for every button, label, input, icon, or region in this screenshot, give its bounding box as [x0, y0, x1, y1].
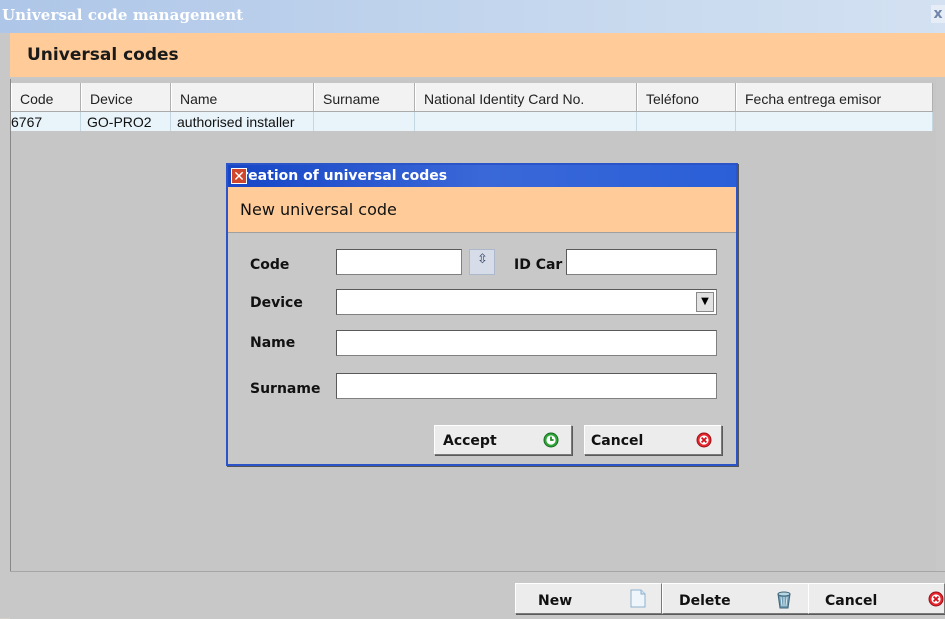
dialog-close-icon[interactable]: ✕ — [231, 168, 247, 185]
cell-id-card — [415, 112, 637, 131]
window-title: Universal code management — [2, 6, 244, 24]
dialog-title: Creation of universal codes — [231, 168, 448, 184]
name-input[interactable] — [336, 330, 717, 356]
bottom-toolbar: New Delete Cancel — [10, 571, 945, 619]
dialog-header-title: New universal code — [240, 200, 397, 219]
code-generator-icon: ⇳ — [477, 252, 488, 267]
accept-button[interactable]: Accept — [434, 425, 572, 455]
recycle-bin-icon — [775, 589, 793, 609]
code-input[interactable] — [336, 249, 462, 275]
code-generator-button[interactable]: ⇳ — [469, 249, 495, 275]
green-check-circle-icon — [543, 432, 559, 448]
new-button-label: New — [538, 593, 573, 609]
column-header-id-card[interactable]: National Identity Card No. — [415, 83, 637, 111]
document-icon — [630, 589, 646, 608]
cell-fecha — [736, 112, 933, 131]
delete-button-label: Delete — [679, 593, 731, 609]
cell-device: GO-PRO2 — [81, 112, 171, 131]
grid-header-row: Code Device Name Surname National Identi… — [11, 83, 933, 112]
column-header-name[interactable]: Name — [171, 83, 314, 111]
cell-surname — [314, 112, 415, 131]
dialog-titlebar[interactable]: Creation of universal codes ✕ — [228, 165, 736, 187]
section-title: Universal codes — [27, 45, 179, 65]
surname-input[interactable] — [336, 373, 717, 399]
cell-name: authorised installer — [171, 112, 314, 131]
dialog-cancel-button-label: Cancel — [591, 433, 644, 449]
dialog-header: New universal code — [228, 187, 736, 233]
column-header-fecha[interactable]: Fecha entrega emisor — [736, 83, 933, 111]
column-header-telefono[interactable]: Teléfono — [637, 83, 736, 111]
dialog-cancel-button[interactable]: Cancel — [584, 425, 722, 455]
column-header-surname[interactable]: Surname — [314, 83, 415, 111]
device-label: Device — [250, 295, 303, 311]
cancel-button-label: Cancel — [825, 593, 878, 609]
cell-code: 6767 — [11, 112, 81, 131]
new-button[interactable]: New — [515, 583, 662, 614]
id-card-label: ID Car — [514, 257, 563, 273]
window-close-icon[interactable]: x — [931, 5, 945, 23]
cell-telefono — [637, 112, 736, 131]
window-titlebar[interactable]: Universal code management x — [0, 0, 945, 33]
delete-button[interactable]: Delete — [662, 583, 810, 614]
cancel-button[interactable]: Cancel — [808, 583, 945, 614]
device-select[interactable]: ▼ — [336, 289, 717, 315]
table-row[interactable]: 6767 GO-PRO2 authorised installer — [11, 112, 933, 131]
section-header: Universal codes — [10, 33, 945, 77]
column-header-device[interactable]: Device — [81, 83, 171, 111]
id-card-input[interactable] — [566, 249, 717, 275]
red-x-circle-icon — [696, 432, 712, 448]
name-label: Name — [250, 335, 296, 351]
chevron-down-icon[interactable]: ▼ — [696, 292, 714, 312]
column-header-code[interactable]: Code — [11, 83, 81, 111]
accept-button-label: Accept — [443, 433, 497, 449]
code-label: Code — [250, 257, 290, 273]
surname-label: Surname — [250, 381, 321, 397]
red-x-circle-icon — [928, 591, 944, 607]
creation-dialog: Creation of universal codes ✕ New univer… — [226, 163, 738, 466]
